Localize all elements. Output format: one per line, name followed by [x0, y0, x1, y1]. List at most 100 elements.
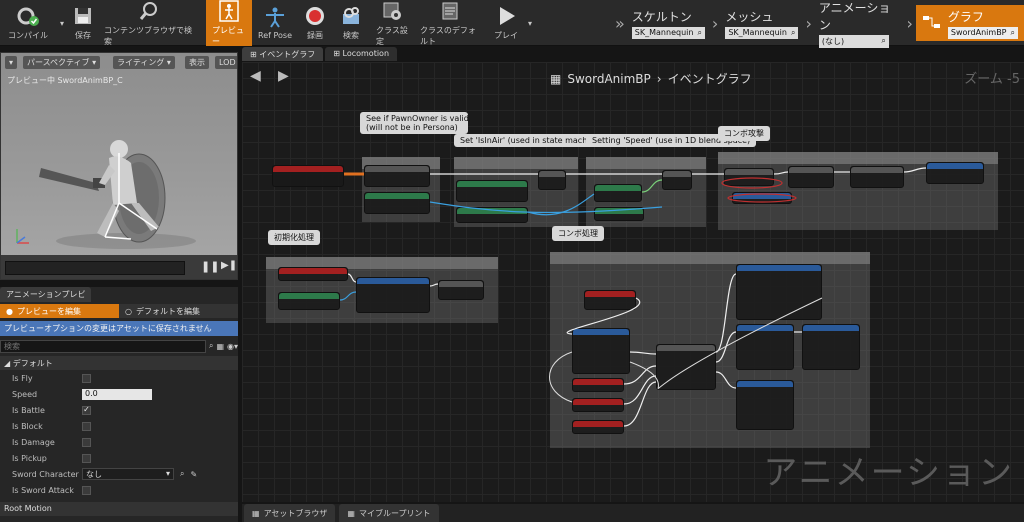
chevron-right-icon: » [615, 13, 625, 33]
prop-is-fly: Is Fly [0, 370, 238, 386]
node-set-isinair[interactable] [538, 170, 566, 190]
node-get-combo[interactable] [732, 192, 792, 204]
speed-input[interactable]: 0.0 [82, 388, 152, 400]
node-event-update[interactable] [272, 165, 344, 187]
compile-button[interactable]: コンパイル [0, 0, 56, 46]
preview-viewport[interactable]: ▾ パースペクティブ ▾ ライティング ▾ 表示 LOD プレビュー中 Swor… [0, 52, 238, 280]
node-cast-to-character[interactable] [356, 277, 430, 313]
tab-locomotion[interactable]: ⊞ Locomotion [325, 47, 398, 61]
breadcrumb-blueprint[interactable]: SwordAnimBP [567, 72, 650, 86]
node-combo-1[interactable] [572, 378, 624, 392]
browse-icon[interactable]: ⌕ [697, 28, 701, 38]
graph-tab-icon: ⊞ [250, 50, 257, 59]
edit-preview-label: プレビューを編集 [16, 306, 81, 316]
node-branch[interactable] [364, 165, 430, 187]
mode-graph[interactable]: グラフ SwordAnimBP ⌕ [915, 5, 1024, 41]
is-block-checkbox[interactable] [82, 421, 91, 431]
pause-icon[interactable]: ❚❚ [201, 260, 219, 273]
node-montage-play[interactable] [736, 264, 822, 320]
node-set-combo[interactable] [724, 168, 774, 186]
eye-icon[interactable]: ◉▾ [227, 342, 238, 351]
is-fly-checkbox[interactable] [82, 373, 91, 383]
tab-event-graph[interactable]: ⊞ イベントグラフ [242, 47, 324, 61]
compile-options-dropdown[interactable]: ▾ [56, 0, 68, 46]
node-event-dispatch[interactable] [926, 162, 984, 184]
section-default[interactable]: ◢ デフォルト [0, 356, 238, 370]
details-search-input[interactable] [0, 339, 206, 353]
node-event-init[interactable] [278, 267, 348, 281]
is-damage-checkbox[interactable] [82, 437, 91, 447]
node-event-attack[interactable] [584, 290, 636, 310]
is-pickup-label: Is Pickup [12, 453, 47, 463]
node-get-velocity[interactable] [594, 207, 644, 221]
event-graph-canvas[interactable]: ◀ ▶ ▦ SwordAnimBP › イベントグラフ ズーム -5 See i… [242, 62, 1024, 502]
section-root-motion[interactable]: Root Motion [0, 502, 238, 516]
tab-asset-browser-label: アセットブラウザ [263, 508, 328, 518]
node-combo-3[interactable] [572, 420, 624, 434]
is-sword-attack-checkbox[interactable] [82, 485, 91, 495]
browse-icon[interactable]: ⌕ [881, 36, 885, 46]
class-defaults-button[interactable]: クラスのデフォルト [414, 0, 488, 46]
is-battle-checkbox[interactable]: ✓ [82, 405, 91, 415]
play-button[interactable]: プレイ [488, 0, 524, 46]
node-jump-section-2[interactable] [802, 324, 860, 370]
sword-character-select[interactable]: なし ▾ [82, 468, 174, 480]
bubble-init[interactable]: 初期化処理 [268, 230, 320, 245]
node-branch-combo[interactable] [788, 166, 834, 188]
record-button[interactable]: 録画 [298, 0, 332, 46]
node-vector-length[interactable] [594, 184, 642, 202]
bubble-combo-proc[interactable]: コンボ処理 [552, 226, 604, 241]
node-is-valid[interactable] [364, 192, 430, 214]
is-sword-attack-label: Is Sword Attack [12, 485, 74, 495]
node-combo-2[interactable] [572, 398, 624, 412]
save-button[interactable]: 保存 [68, 0, 98, 46]
prop-speed: Speed 0.0 [0, 386, 238, 402]
node-get-movement[interactable] [456, 207, 528, 223]
picker-icon[interactable]: ✎ [190, 470, 197, 479]
asset-browser-icon: ▦ [252, 508, 260, 518]
bubble-combo-attack[interactable]: コンボ攻撃 [718, 126, 770, 141]
is-block-label: Is Block [12, 421, 43, 431]
tab-animation-preview[interactable]: アニメーションプレビ [0, 287, 92, 302]
node-montage-stop[interactable] [572, 328, 630, 374]
node-set-speed[interactable] [662, 170, 692, 190]
mode-skeleton[interactable]: スケルトン SK_Mannequin ⌕ [628, 8, 709, 39]
browse-icon[interactable]: ⌕ [1011, 28, 1015, 38]
is-pickup-checkbox[interactable] [82, 453, 91, 463]
tab-my-blueprint[interactable]: ▦ マイブループリント [339, 504, 439, 522]
grid-view-icon[interactable]: ▦ [216, 342, 224, 351]
mode-animation[interactable]: アニメーション (なし) ⌕ [815, 0, 904, 48]
mode-mesh[interactable]: メッシュ SK_Mannequin ⌕ [721, 8, 802, 39]
browse-icon[interactable]: ⌕ [791, 28, 795, 38]
node-set-character[interactable] [438, 280, 484, 300]
edit-mode-row: ● プレビューを編集 ○ デフォルトを編集 [0, 304, 238, 318]
is-battle-label: Is Battle [12, 405, 45, 415]
preview-button[interactable]: プレビュー [206, 0, 252, 46]
node-is-falling[interactable] [456, 180, 528, 202]
is-damage-label: Is Damage [12, 437, 55, 447]
edit-preview-button[interactable]: ● プレビューを編集 [0, 304, 119, 318]
edit-defaults-button[interactable]: ○ デフォルトを編集 [119, 304, 238, 318]
play-options-dropdown[interactable]: ▾ [524, 0, 536, 46]
node-switch[interactable] [656, 344, 716, 390]
back-arrow-icon[interactable]: ◀ [250, 68, 261, 84]
ref-pose-button[interactable]: Ref Pose [252, 0, 298, 46]
tab-asset-browser[interactable]: ▦ アセットブラウザ [244, 504, 336, 522]
chevron-right-icon: › [805, 13, 812, 33]
timeline-scrubber[interactable] [5, 261, 185, 275]
node-try-get-pawn[interactable] [278, 292, 340, 310]
node-delay[interactable] [850, 166, 904, 188]
section-root-motion-label: Root Motion [4, 504, 52, 513]
forward-arrow-icon[interactable]: ▶ [278, 68, 289, 84]
browse-icon[interactable]: ⌕ [180, 469, 184, 479]
collapse-arrow-icon: ◢ [4, 359, 11, 368]
find-in-content-browser-button[interactable]: コンテンツブラウザで検索 [98, 0, 200, 46]
mode-animation-value: (なし) [821, 36, 845, 46]
search-button[interactable]: 検索 [332, 0, 370, 46]
class-settings-button[interactable]: クラス設定 [370, 0, 414, 46]
step-forward-icon[interactable]: ▶❚ [221, 260, 237, 271]
bubble-pawn-valid[interactable]: See if PawnOwner is valid (will not be i… [360, 112, 469, 134]
viewport-transport-bar: ❚❚ ▶❚ [1, 255, 237, 279]
node-jump-section-1[interactable] [736, 324, 794, 370]
node-jump-section-3[interactable] [736, 380, 794, 430]
